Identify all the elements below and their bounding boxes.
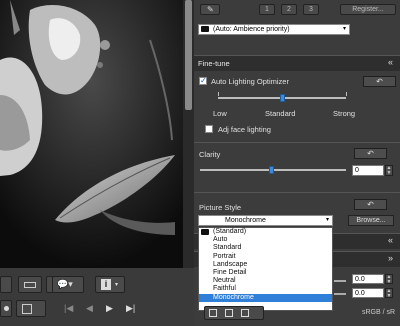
first-icon[interactable]: |◀ (64, 303, 73, 314)
speech-bubble-icon: 💬▾ (57, 279, 73, 289)
dropdown-option[interactable]: Standard (199, 244, 332, 252)
dropdown-option[interactable]: Portrait (199, 253, 332, 261)
scrollbar-thumb[interactable] (185, 0, 192, 110)
last-icon[interactable]: ▶| (126, 303, 135, 314)
picture-style-value: Monochrome (225, 217, 266, 224)
alo-revert-button[interactable]: ↶ (363, 76, 396, 87)
dropdown-option-selected[interactable]: Monochrome (199, 293, 332, 302)
preset-combo-value: (Auto: Ambience priority) (213, 26, 290, 33)
clarity-revert-button[interactable]: ↶ (354, 148, 387, 159)
photo-preview[interactable] (0, 0, 183, 268)
eyedropper-button[interactable]: ✎ (200, 4, 220, 15)
divider (194, 192, 400, 193)
alo-label: Auto Lighting Optimizer (211, 77, 289, 86)
info-icon: i (101, 279, 111, 290)
value-spinner-2[interactable]: ▲ ▼ (385, 288, 393, 299)
color-space-status: sRGB / sR (362, 309, 396, 316)
slider-tick (346, 92, 347, 96)
alo-checkbox[interactable]: ✓ (199, 76, 207, 85)
next-icon[interactable]: ▶ (106, 303, 113, 314)
view-icon (225, 309, 233, 317)
toolbar-button-left[interactable] (0, 276, 12, 293)
revert-icon: ↶ (367, 200, 374, 209)
revert-icon: ↶ (376, 77, 383, 86)
prev-icon[interactable]: ◀ (86, 303, 93, 314)
view-mode-icon (24, 282, 36, 288)
option-label: (Standard) (213, 228, 247, 235)
chevron-down-icon: ▾ (325, 217, 329, 223)
dropdown-option[interactable]: Faithful (199, 285, 332, 293)
chevron-down-icon: ▾ (115, 282, 119, 288)
picture-style-title: Picture Style (199, 203, 242, 212)
finetune-header[interactable]: Fine-tune « (194, 55, 400, 71)
level-strong-label: Strong (333, 109, 356, 118)
preset-combo[interactable]: (Auto: Ambience priority) ▾ (198, 24, 350, 35)
clarity-slider-knob[interactable] (269, 166, 274, 174)
dropdown-option[interactable]: (Standard) (199, 228, 332, 236)
picture-style-select[interactable]: Monochrome ▾ (198, 215, 333, 226)
compare-view-button[interactable] (204, 306, 264, 320)
chevron-down-icon: ▾ (342, 26, 346, 32)
register-button[interactable]: Register... (340, 4, 396, 15)
revert-icon: ↶ (367, 149, 374, 158)
info-button[interactable]: i ▾ (95, 276, 125, 293)
expand-chevrons-icon[interactable]: » (388, 253, 393, 263)
dropdown-option[interactable]: Fine Detail (199, 269, 332, 277)
collapse-chevrons-icon[interactable]: « (388, 57, 393, 67)
picture-style-revert-button[interactable]: ↶ (354, 199, 387, 210)
dropdown-option[interactable]: Neutral (199, 277, 332, 285)
slider-tick (218, 92, 219, 96)
clarity-value-input[interactable]: 0 (352, 165, 384, 176)
alo-slider-knob[interactable] (280, 94, 285, 102)
collapse-chevrons-icon[interactable]: « (388, 235, 393, 245)
picture-style-dropdown[interactable]: (Standard) Auto Standard Portrait Landsc… (198, 227, 333, 311)
camera-icon (201, 26, 209, 32)
finetune-title: Fine-tune (198, 59, 230, 68)
value-spinner-1[interactable]: ▲ ▼ (385, 274, 393, 285)
dot-icon (4, 306, 9, 311)
preset-1-button[interactable]: 1 (259, 4, 275, 15)
photo-image (0, 0, 183, 268)
preset-3-button[interactable]: 3 (303, 4, 319, 15)
browse-button[interactable]: Browse... (348, 215, 394, 226)
divider (194, 142, 400, 143)
dropdown-option[interactable]: Landscape (199, 261, 332, 269)
eyedropper-icon: ✎ (207, 5, 214, 14)
preset-2-button[interactable]: 2 (281, 4, 297, 15)
overlay-button[interactable]: 💬▾ (52, 276, 84, 293)
toolbar-button-left-2[interactable] (0, 300, 12, 317)
value-input-2[interactable]: 0.0 (352, 288, 384, 298)
hidden-slider-2[interactable] (334, 293, 346, 295)
face-lighting-label: Adj face lighting (218, 125, 271, 134)
level-standard-label: Standard (265, 109, 296, 118)
view-mode-button[interactable] (18, 276, 42, 293)
crop-button[interactable] (16, 300, 46, 317)
face-lighting-checkbox[interactable] (205, 125, 213, 133)
clarity-spinner[interactable]: ▲ ▼ (385, 165, 393, 176)
hidden-slider-1[interactable] (334, 280, 346, 282)
value-input-1[interactable]: 0.0 (352, 274, 384, 284)
clarity-title: Clarity (199, 150, 221, 159)
camera-icon (201, 229, 209, 235)
view-icon (241, 309, 249, 317)
dropdown-option[interactable]: Auto (199, 236, 332, 244)
level-low-label: Low (213, 109, 227, 118)
view-icon (209, 309, 217, 317)
nav-controls: |◀ ◀ ▶ ▶| (64, 302, 160, 316)
checkmark-icon: ✓ (200, 76, 207, 85)
crop-icon (22, 304, 32, 314)
